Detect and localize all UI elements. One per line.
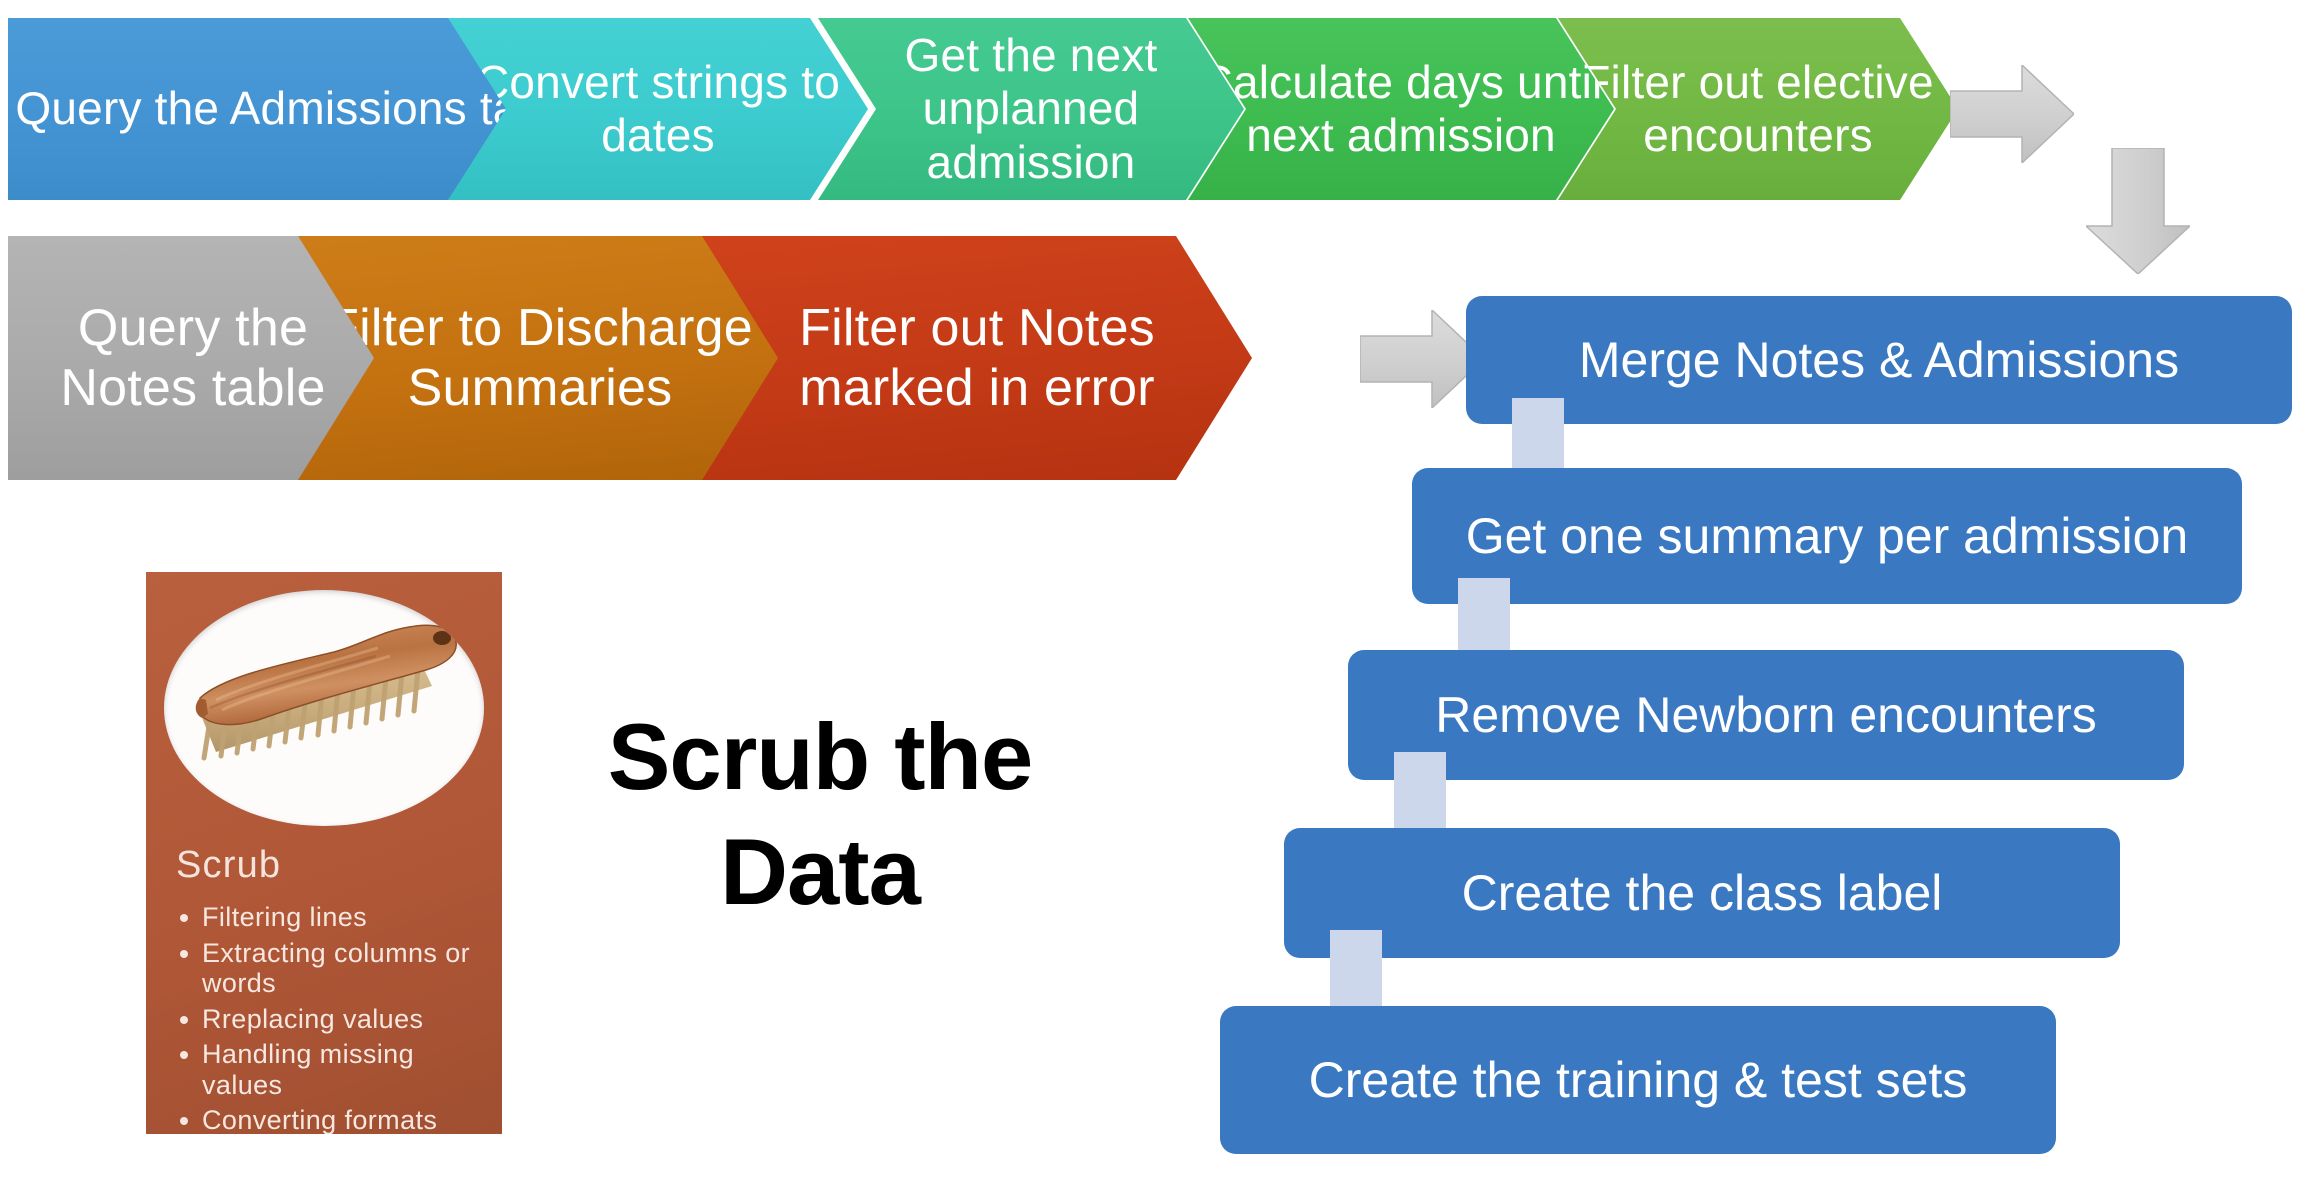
- chevron-step-label: Get the next unplanned admission: [904, 28, 1158, 188]
- chevron-step-label: Convert strings to dates: [475, 55, 841, 161]
- slide-canvas: Query the Admissions table Convert strin…: [0, 0, 2308, 1186]
- chevron-step-admissions-3[interactable]: Get the next unplanned admission: [818, 18, 1244, 200]
- scrub-card-heading: Scrub: [176, 844, 282, 886]
- process-box-label: Merge Notes & Admissions: [1578, 331, 2180, 388]
- page-title: Scrub the Data: [600, 700, 1040, 929]
- process-box-label: Create the training & test sets: [1308, 1051, 1968, 1108]
- page-title-line-2: Data: [720, 818, 921, 924]
- list-item: Extracting columns or words: [176, 938, 482, 999]
- list-item: Handling missing values: [176, 1039, 482, 1100]
- chevron-step-admissions-5[interactable]: Filter out elective encounters: [1558, 18, 1958, 200]
- process-box-label: Create the class label: [1461, 864, 1943, 921]
- scrub-brush-icon: [164, 590, 484, 826]
- chevron-step-admissions-4[interactable]: Calculate days until next admission: [1188, 18, 1614, 200]
- chevron-step-label: Calculate days until next admission: [1199, 55, 1603, 161]
- list-item: Rreplacing values: [176, 1004, 482, 1035]
- scrub-info-card: Scrub Filtering lines Extracting columns…: [146, 572, 502, 1134]
- scrub-card-bullet-list: Filtering lines Extracting columns or wo…: [176, 902, 482, 1134]
- chevron-step-admissions-2[interactable]: Convert strings to dates: [448, 18, 868, 200]
- chevron-step-label: Query the Notes table: [60, 298, 326, 417]
- arrow-down-icon: [2086, 148, 2190, 274]
- arrow-right-icon: [1950, 65, 2074, 163]
- chevron-step-label: Filter out Notes marked in error: [799, 298, 1155, 417]
- chevron-step-label: Filter out elective encounters: [1582, 55, 1934, 161]
- list-item: Converting formats: [176, 1105, 482, 1134]
- process-box-label: Remove Newborn encounters: [1435, 686, 2097, 743]
- process-box-label: Get one summary per admission: [1465, 507, 2189, 564]
- list-item: Filtering lines: [176, 902, 482, 933]
- page-title-line-1: Scrub the: [607, 704, 1034, 809]
- process-box-create-train-test-sets[interactable]: Create the training & test sets: [1220, 1006, 2056, 1154]
- chevron-step-notes-3[interactable]: Filter out Notes marked in error: [702, 236, 1252, 480]
